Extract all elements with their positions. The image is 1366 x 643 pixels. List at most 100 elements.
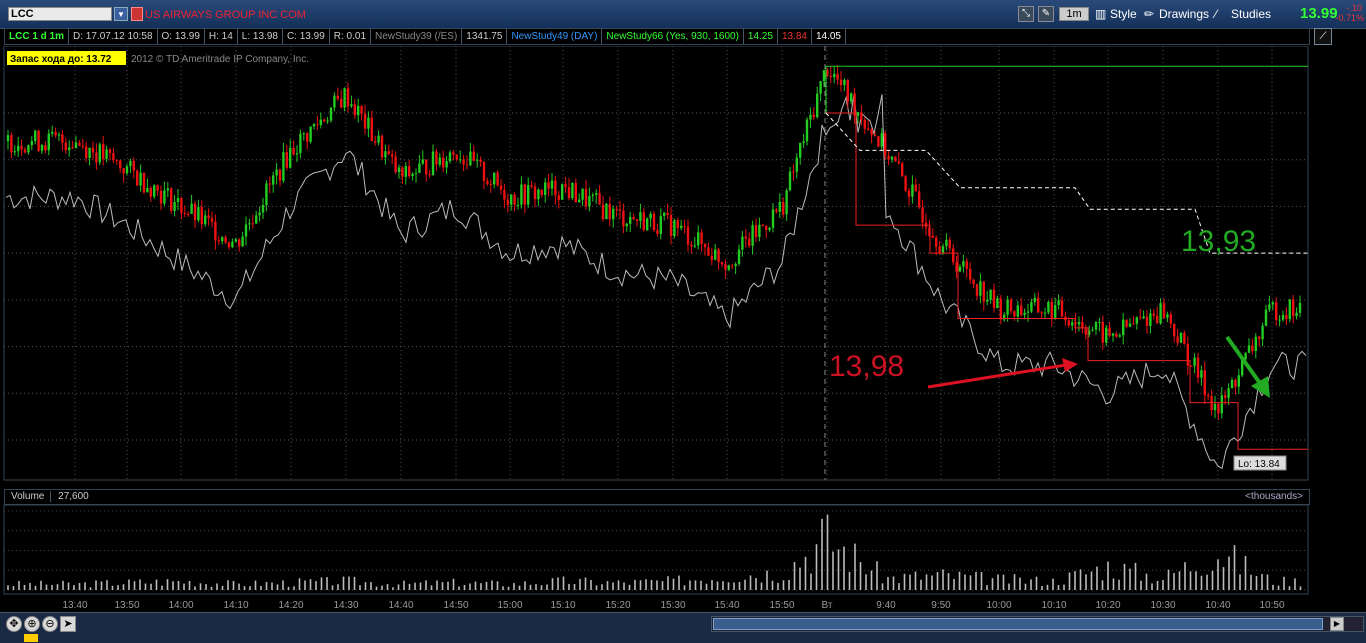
candle-body bbox=[829, 75, 832, 78]
candle-body bbox=[860, 112, 863, 120]
candle-body bbox=[425, 159, 428, 175]
candle-body bbox=[921, 207, 924, 223]
candle-body bbox=[765, 225, 768, 230]
candle-body bbox=[890, 156, 894, 160]
cursor-icon[interactable]: ➤ bbox=[60, 616, 76, 632]
time-tick: 9:40 bbox=[876, 600, 896, 611]
crosshair-icon[interactable]: ⤡ bbox=[1018, 6, 1034, 22]
candle-body bbox=[629, 216, 632, 224]
candle-body bbox=[969, 268, 972, 280]
candle-body bbox=[571, 183, 574, 199]
time-tick: 15:50 bbox=[769, 600, 794, 611]
drawings-icon[interactable]: ✏ bbox=[1144, 6, 1154, 22]
time-tick: 14:00 bbox=[168, 600, 193, 611]
candle-body bbox=[795, 157, 798, 172]
candle-body bbox=[513, 194, 516, 205]
style-icon[interactable]: ▥ bbox=[1095, 6, 1106, 22]
alert-icon[interactable] bbox=[131, 7, 143, 21]
zoom-out-icon[interactable]: ⊖ bbox=[42, 616, 58, 632]
candle-body bbox=[510, 194, 513, 205]
candle-body bbox=[251, 223, 254, 225]
candle-body bbox=[673, 220, 676, 236]
candle-body bbox=[204, 215, 207, 225]
candle-body bbox=[414, 172, 418, 174]
zoom-in-icon[interactable]: ⊕ bbox=[24, 616, 40, 632]
candle-body bbox=[1006, 299, 1009, 315]
candle-body bbox=[690, 244, 693, 247]
candle-body bbox=[663, 212, 666, 216]
symbol-dropdown-icon[interactable]: ▼ bbox=[114, 7, 128, 21]
time-tick: 10:40 bbox=[1205, 600, 1230, 611]
candle-body bbox=[717, 249, 720, 262]
candle-body bbox=[210, 217, 214, 222]
time-axis: 13:40 13:50 14:00 14:10 14:20 14:30 14:40 14:50… bbox=[62, 600, 1284, 611]
candle-body bbox=[999, 298, 1002, 320]
info-field: 1341.75 bbox=[462, 29, 508, 44]
candle-body bbox=[649, 213, 652, 219]
candle-body bbox=[1111, 333, 1115, 336]
candle-body bbox=[1125, 319, 1128, 327]
candle-body bbox=[445, 161, 448, 168]
candle-body bbox=[724, 264, 727, 270]
candle-body bbox=[1037, 297, 1040, 313]
candle-body bbox=[333, 95, 336, 108]
candle-body bbox=[897, 161, 900, 164]
candle-body bbox=[822, 70, 826, 82]
candle-body bbox=[367, 117, 370, 129]
expand-icon[interactable] bbox=[24, 634, 38, 642]
candle-body bbox=[231, 241, 234, 248]
candle-body bbox=[1162, 303, 1166, 318]
studies-button[interactable]: Studies bbox=[1231, 6, 1271, 22]
candle-body bbox=[221, 237, 224, 242]
candle-body bbox=[656, 230, 659, 234]
symbol-input[interactable]: LCC bbox=[8, 7, 112, 21]
studies-icon[interactable]: ⁄ bbox=[1215, 6, 1217, 22]
candle-body bbox=[499, 185, 503, 190]
candle-body bbox=[255, 215, 258, 224]
candle-body bbox=[156, 185, 159, 191]
scrollbar-thumb[interactable] bbox=[713, 618, 1323, 630]
price-chart[interactable]: 14.214.1514.114.051413.9513.913.8513,981… bbox=[0, 46, 1310, 483]
candle-body bbox=[962, 261, 965, 267]
candle-body bbox=[710, 255, 713, 260]
style-button[interactable]: Style bbox=[1110, 6, 1137, 22]
candle-body bbox=[316, 124, 319, 126]
info-field: 14.25 bbox=[744, 29, 778, 44]
scroll-right-icon[interactable]: ▶ bbox=[1330, 617, 1344, 631]
candle-body bbox=[792, 171, 795, 173]
info-field[interactable]: LCC 1 d 1m bbox=[5, 29, 70, 44]
candle-body bbox=[421, 159, 424, 164]
candle-body bbox=[258, 212, 261, 216]
candle-body bbox=[1275, 302, 1278, 321]
candle-body bbox=[1067, 320, 1070, 326]
candle-body bbox=[578, 199, 581, 203]
aggregation-selector[interactable]: 1m bbox=[1059, 7, 1089, 21]
pan-icon[interactable]: ✥ bbox=[6, 616, 22, 632]
annotation-arrow-red-head bbox=[1062, 358, 1078, 372]
candle-body bbox=[78, 142, 81, 146]
candle-body bbox=[588, 196, 591, 207]
candle-body bbox=[870, 129, 873, 135]
candle-body bbox=[554, 180, 557, 196]
candle-body bbox=[1271, 302, 1274, 305]
candle-body bbox=[241, 236, 244, 247]
candle-body bbox=[47, 133, 50, 151]
candle-body bbox=[839, 79, 843, 85]
candle-body bbox=[523, 184, 526, 205]
candle-body bbox=[1288, 299, 1291, 320]
drawings-button[interactable]: Drawings bbox=[1159, 6, 1209, 22]
candle-body bbox=[1285, 314, 1288, 320]
candle-body bbox=[176, 198, 180, 202]
candle-body bbox=[1234, 380, 1237, 387]
wrench-icon[interactable]: ✎ bbox=[1038, 6, 1054, 22]
info-field: O: 13.99 bbox=[158, 29, 205, 44]
candle-body bbox=[941, 246, 945, 254]
candle-body bbox=[1173, 323, 1176, 337]
candle-body bbox=[1013, 311, 1016, 317]
volume-chart[interactable]: 200150100500 bbox=[0, 505, 1310, 597]
candle-body bbox=[1230, 380, 1234, 389]
candle-body bbox=[44, 145, 47, 151]
candle-body bbox=[1179, 332, 1183, 343]
candle-body bbox=[894, 156, 897, 162]
chart-settings-icon[interactable]: ⟋ bbox=[1314, 28, 1332, 45]
